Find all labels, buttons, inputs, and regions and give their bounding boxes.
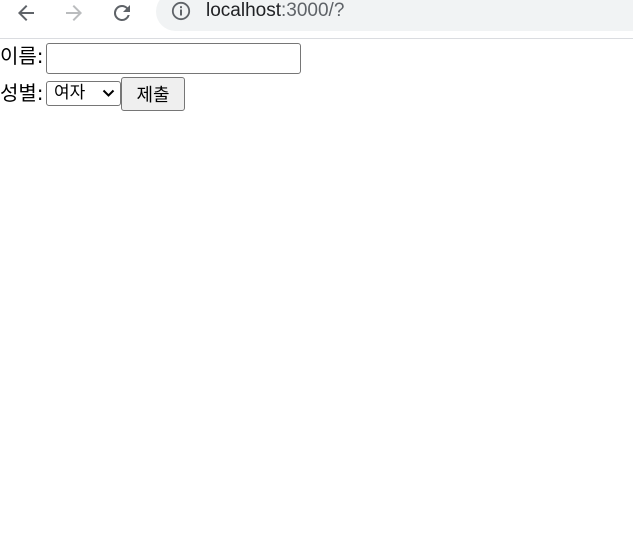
page-content: 이름: 성별: 여자 제출 — [0, 39, 633, 554]
submit-button[interactable]: 제출 — [121, 77, 185, 111]
url-host: localhost — [206, 0, 281, 21]
info-icon[interactable] — [171, 1, 191, 21]
chevron-down-icon — [102, 89, 115, 97]
name-input[interactable] — [46, 43, 301, 74]
url-text[interactable]: localhost:3000/? — [206, 0, 344, 23]
gender-label: 성별: — [0, 81, 44, 105]
arrow-left-icon — [18, 5, 34, 21]
reload-button[interactable] — [107, 0, 137, 26]
reload-icon — [113, 4, 130, 21]
forward-button[interactable] — [59, 0, 89, 26]
arrow-right-icon — [66, 5, 82, 21]
gender-selected-value: 여자 — [54, 83, 86, 103]
browser-toolbar: localhost:3000/? — [0, 0, 633, 39]
url-path: :3000/? — [281, 0, 345, 21]
gender-select[interactable]: 여자 — [46, 81, 121, 106]
name-label: 이름: — [0, 44, 44, 68]
back-button[interactable] — [11, 0, 41, 26]
